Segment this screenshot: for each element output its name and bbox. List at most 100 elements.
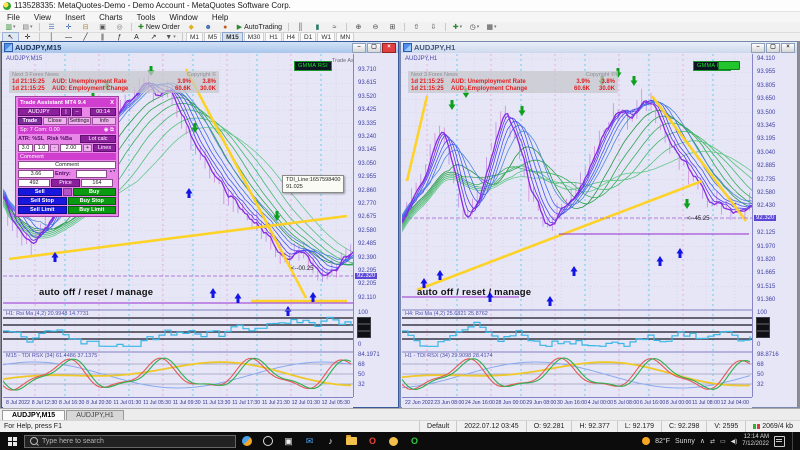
- new-chart-button[interactable]: ▥▾: [2, 22, 19, 33]
- weather-temp[interactable]: 82°F: [655, 438, 670, 445]
- minimize-button[interactable]: –: [352, 43, 366, 53]
- sell-stop-button[interactable]: Sell Stop: [18, 197, 67, 205]
- cortana-icon[interactable]: [257, 432, 278, 450]
- atr-input[interactable]: 3.0: [18, 144, 33, 152]
- lot-calc-button[interactable]: Lot calc: [80, 135, 116, 143]
- menu-item[interactable]: Help: [205, 13, 235, 22]
- bee-app-icon[interactable]: [383, 432, 404, 450]
- restore-button[interactable]: ▢: [766, 43, 780, 53]
- metaeditor-icon[interactable]: ◆: [183, 22, 200, 33]
- notification-center-icon[interactable]: [774, 436, 785, 447]
- trade-panel-tab-settings[interactable]: Settings: [68, 117, 92, 125]
- taskbar-clock[interactable]: 12:14 AM 7/12/2022: [742, 434, 769, 448]
- tile-windows-icon[interactable]: ⊞: [384, 22, 401, 33]
- display-icon[interactable]: ▭: [720, 438, 726, 445]
- trade-panel-collapse-icon[interactable]: –: [72, 108, 82, 116]
- network-icon[interactable]: ⇄: [710, 438, 715, 445]
- trade-panel-header-icons[interactable]: ◉ ⧉: [104, 127, 114, 134]
- menu-item[interactable]: File: [0, 13, 27, 22]
- weather-desc[interactable]: Sunny: [675, 438, 695, 445]
- menu-item[interactable]: Charts: [92, 13, 130, 22]
- sl-percent-input[interactable]: 1.0: [34, 144, 49, 152]
- status-profile[interactable]: Default: [419, 421, 456, 432]
- terminal-icon[interactable]: ▣: [94, 22, 111, 33]
- chart-plot-m15[interactable]: AUDJPY,M15 Next 3 Forex News Copyright ©…: [3, 54, 353, 397]
- trade-panel-tab-info[interactable]: Info: [92, 117, 116, 125]
- green-app-icon[interactable]: O: [404, 432, 425, 450]
- zoom-in-icon[interactable]: ⊕: [350, 22, 367, 33]
- file-explorer-icon[interactable]: [341, 432, 362, 450]
- price-scale[interactable]: 93.71093.61593.52093.42593.33593.24093.1…: [353, 54, 398, 397]
- trade-panel-tab-trade[interactable]: Trade: [18, 117, 42, 125]
- tp-points-input[interactable]: 164: [81, 179, 113, 187]
- task-view-icon[interactable]: ▣: [278, 432, 299, 450]
- close-button[interactable]: ×: [781, 43, 795, 53]
- sell-limit-button[interactable]: Sell Limit: [18, 206, 67, 214]
- profiles-button[interactable]: ▤▾: [19, 22, 36, 33]
- arrange-up-icon[interactable]: ⇧: [408, 22, 425, 33]
- restore-button[interactable]: ▢: [367, 43, 381, 53]
- trade-panel-symbol-button[interactable]: AUDJPY: [18, 108, 60, 116]
- community-icon[interactable]: ●: [217, 22, 234, 33]
- minimize-button[interactable]: –: [751, 43, 765, 53]
- line-chart-icon[interactable]: ≈: [326, 22, 343, 33]
- templates-button[interactable]: ▦▾: [483, 22, 500, 33]
- new-order-button[interactable]: ✚New Order: [135, 22, 183, 33]
- price-chart-h1[interactable]: [402, 54, 752, 397]
- trade-assistant-link[interactable]: Trade Assistant MT4: [332, 58, 353, 64]
- weather-app-icon[interactable]: [236, 432, 257, 450]
- zoom-out-icon[interactable]: ⊖: [367, 22, 384, 33]
- bar-chart-icon[interactable]: ║: [292, 22, 309, 33]
- sl-points-input[interactable]: 492: [18, 179, 50, 187]
- arrange-down-icon[interactable]: ⇩: [425, 22, 442, 33]
- chart-tab-h1[interactable]: AUDJPY,H1: [66, 410, 124, 420]
- market-watch-icon[interactable]: ☰: [43, 22, 60, 33]
- close-button[interactable]: ×: [382, 43, 396, 53]
- time-axis[interactable]: 22 Jun 202223 Jun 08:0024 Jun 16:0028 Ju…: [402, 397, 752, 408]
- show-desktop-button[interactable]: [792, 432, 797, 450]
- time-axis[interactable]: 8 Jul 20228 Jul 12:308 Jul 16:308 Jul 20…: [3, 397, 353, 408]
- menu-item[interactable]: Window: [162, 13, 204, 22]
- taskbar-search-input[interactable]: Type here to search: [24, 435, 236, 448]
- trade-panel-close-button[interactable]: X: [110, 100, 114, 106]
- trade-panel-tab-close[interactable]: Close: [43, 117, 67, 125]
- gmma-rsi-button[interactable]: GMMA RSI: [294, 61, 332, 71]
- volume-icon[interactable]: ◀): [731, 438, 738, 445]
- entry-spinner[interactable]: ▲▼: [109, 170, 116, 178]
- sell-button[interactable]: Sell: [18, 188, 62, 196]
- buy-button[interactable]: Buy: [73, 188, 117, 196]
- mail-app-icon[interactable]: ✉: [299, 432, 320, 450]
- buy-limit-button[interactable]: Buy Limit: [68, 206, 117, 214]
- menu-item[interactable]: Insert: [58, 13, 92, 22]
- chart-tab-m15[interactable]: AUDJPY,M15: [2, 410, 65, 420]
- start-button[interactable]: [0, 432, 24, 450]
- trade-panel-lock-icon[interactable]: |: [61, 108, 71, 116]
- chart-plot-h1[interactable]: AUDJPY,H1 Next 3 Forex News Copyright © …: [402, 54, 752, 397]
- price-button[interactable]: Price: [51, 179, 80, 187]
- metaquotes-id-icon[interactable]: ☻: [200, 22, 217, 33]
- lines-button[interactable]: Lines: [93, 144, 116, 152]
- music-app-icon[interactable]: ♪: [320, 432, 341, 450]
- autotrading-button[interactable]: ▶AutoTrading: [234, 22, 285, 33]
- opera-browser-icon[interactable]: O: [362, 432, 383, 450]
- entry-input[interactable]: [76, 170, 107, 178]
- periods-button[interactable]: ◷▾: [466, 22, 483, 33]
- price-scale[interactable]: 94.11093.95593.80593.65093.50093.34593.1…: [752, 54, 797, 397]
- indicators-button[interactable]: ✚▾: [449, 22, 466, 33]
- risk-input[interactable]: 2.00: [60, 144, 82, 152]
- chart-window-titlebar[interactable]: AUDJPY,M15 – ▢ ×: [2, 42, 398, 53]
- risk-plus-button[interactable]: +: [83, 144, 92, 152]
- menu-item[interactable]: Tools: [130, 13, 163, 22]
- lot-input[interactable]: 3.66: [18, 170, 54, 178]
- order-mode-toggle[interactable]: [63, 188, 72, 196]
- strategy-tester-icon[interactable]: ◎: [111, 22, 128, 33]
- tray-expand-icon[interactable]: ∧: [700, 437, 705, 445]
- chart-window-titlebar[interactable]: AUDJPY,H1 – ▢ ×: [401, 42, 797, 53]
- buy-stop-button[interactable]: Buy Stop: [68, 197, 117, 205]
- navigator-icon[interactable]: ⊟: [77, 22, 94, 33]
- comment-input[interactable]: Comment: [18, 161, 116, 169]
- candlestick-icon[interactable]: ▮: [309, 22, 326, 33]
- menu-item[interactable]: View: [27, 13, 58, 22]
- data-window-icon[interactable]: ✛: [60, 22, 77, 33]
- risk-minus-button[interactable]: -: [50, 144, 59, 152]
